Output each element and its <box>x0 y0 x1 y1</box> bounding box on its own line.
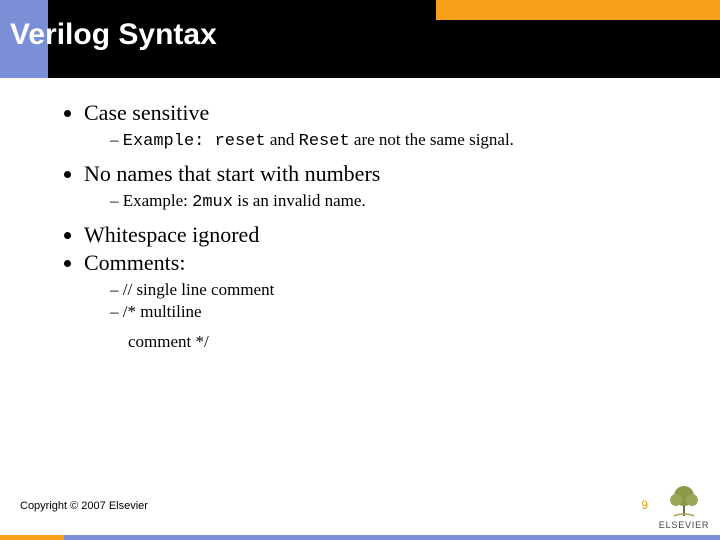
bullet-text: Comments: <box>84 250 185 275</box>
bullet-comments: Comments: // single line comment /* mult… <box>84 250 690 352</box>
slide-title: Verilog Syntax <box>10 18 217 52</box>
content-area: Case sensitive Example: reset and Reset … <box>60 100 690 354</box>
footer-orange-accent <box>0 535 64 540</box>
text-suffix: are not the same signal. <box>350 130 514 149</box>
code-reset-lower: reset <box>215 132 266 151</box>
text-and: and <box>266 130 299 149</box>
code-2mux: 2mux <box>192 193 233 212</box>
bullet-no-number-names: No names that start with numbers Example… <box>84 161 690 212</box>
sub-bullet-example-2mux: Example: 2mux is an invalid name. <box>110 191 690 212</box>
sub-list: Example: 2mux is an invalid name. <box>84 191 690 212</box>
comment-multi-1: /* multiline <box>123 302 202 321</box>
header: Verilog Syntax <box>0 0 720 78</box>
page-number: 9 <box>641 498 648 512</box>
copyright-text: Copyright © 2007 Elsevier <box>20 500 148 512</box>
sub-bullet-multiline: /* multiline <box>110 302 690 322</box>
example-label: Example: <box>123 132 215 151</box>
bullet-list: Case sensitive Example: reset and Reset … <box>60 100 690 352</box>
comment-multi-2: comment */ <box>84 332 690 352</box>
footer: Copyright © 2007 Elsevier 9 ELSEVIER <box>0 482 720 540</box>
logo-text: ELSEVIER <box>658 520 710 530</box>
tree-icon <box>664 482 704 518</box>
sub-bullet-example-reset: Example: reset and Reset are not the sam… <box>110 130 690 151</box>
bullet-text: Case sensitive <box>84 100 209 125</box>
code-reset-upper: Reset <box>299 132 350 151</box>
header-orange-accent <box>436 0 720 20</box>
text-suffix: is an invalid name. <box>233 191 366 210</box>
bullet-case-sensitive: Case sensitive Example: reset and Reset … <box>84 100 690 151</box>
example-label: Example: <box>123 191 192 210</box>
sub-bullet-single-line: // single line comment <box>110 280 690 300</box>
comment-single: // single line comment <box>123 280 275 299</box>
sub-list: Example: reset and Reset are not the sam… <box>84 130 690 151</box>
bullet-text: Whitespace ignored <box>84 222 259 247</box>
slide: Verilog Syntax Case sensitive Example: r… <box>0 0 720 540</box>
bullet-whitespace: Whitespace ignored <box>84 222 690 248</box>
bullet-text: No names that start with numbers <box>84 161 380 186</box>
footer-blue-bar <box>0 535 720 540</box>
sub-list: // single line comment /* multiline <box>84 280 690 322</box>
publisher-logo: ELSEVIER <box>658 482 710 530</box>
